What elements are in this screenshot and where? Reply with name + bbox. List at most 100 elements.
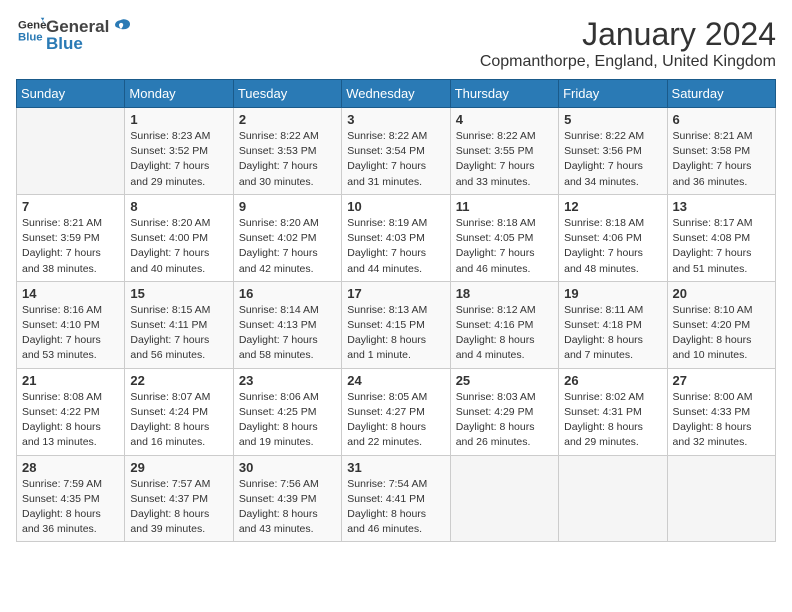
day-info: Sunrise: 8:05 AM Sunset: 4:27 PM Dayligh…	[347, 390, 444, 451]
calendar-cell	[559, 455, 667, 542]
day-number: 8	[130, 199, 227, 214]
calendar-cell: 10 Sunrise: 8:19 AM Sunset: 4:03 PM Dayli…	[342, 194, 450, 281]
calendar-cell	[17, 108, 125, 195]
day-info: Sunrise: 7:57 AM Sunset: 4:37 PM Dayligh…	[130, 477, 227, 538]
calendar-cell: 7 Sunrise: 8:21 AM Sunset: 3:59 PM Daylig…	[17, 194, 125, 281]
page-header: General Blue General Blue January 2024 C…	[16, 16, 776, 71]
day-info: Sunrise: 8:20 AM Sunset: 4:00 PM Dayligh…	[130, 216, 227, 277]
day-number: 20	[673, 286, 770, 301]
calendar-cell: 6Sunrise: 8:21 AM Sunset: 3:58 PM Daylig…	[667, 108, 775, 195]
day-number: 18	[456, 286, 553, 301]
day-number: 5	[564, 112, 661, 127]
svg-text:General: General	[18, 19, 46, 31]
day-number: 27	[673, 373, 770, 388]
weekday-header-sunday: Sunday	[17, 80, 125, 108]
calendar-cell: 15Sunrise: 8:15 AM Sunset: 4:11 PM Dayli…	[125, 281, 233, 368]
logo-bird-icon	[110, 16, 132, 38]
calendar-cell: 26 Sunrise: 8:02 AM Sunset: 4:31 PM Dayli…	[559, 368, 667, 455]
day-info: Sunrise: 8:23 AM Sunset: 3:52 PM Dayligh…	[130, 129, 227, 190]
calendar-header: SundayMondayTuesdayWednesdayThursdayFrid…	[17, 80, 776, 108]
calendar-cell: 5 Sunrise: 8:22 AM Sunset: 3:56 PM Daylig…	[559, 108, 667, 195]
day-number: 17	[347, 286, 444, 301]
calendar-cell: 13Sunrise: 8:17 AM Sunset: 4:08 PM Dayli…	[667, 194, 775, 281]
day-number: 19	[564, 286, 661, 301]
day-info: Sunrise: 8:22 AM Sunset: 3:55 PM Dayligh…	[456, 129, 553, 190]
day-number: 2	[239, 112, 336, 127]
day-info: Sunrise: 8:18 AM Sunset: 4:06 PM Dayligh…	[564, 216, 661, 277]
day-info: Sunrise: 8:21 AM Sunset: 3:59 PM Dayligh…	[22, 216, 119, 277]
day-number: 26	[564, 373, 661, 388]
calendar-cell: 28 Sunrise: 7:59 AM Sunset: 4:35 PM Dayli…	[17, 455, 125, 542]
month-title: January 2024	[480, 16, 776, 53]
day-info: Sunrise: 8:13 AM Sunset: 4:15 PM Dayligh…	[347, 303, 444, 364]
day-number: 6	[673, 112, 770, 127]
calendar-cell: 29Sunrise: 7:57 AM Sunset: 4:37 PM Dayli…	[125, 455, 233, 542]
day-info: Sunrise: 7:56 AM Sunset: 4:39 PM Dayligh…	[239, 477, 336, 538]
weekday-header-monday: Monday	[125, 80, 233, 108]
day-number: 1	[130, 112, 227, 127]
day-number: 21	[22, 373, 119, 388]
day-info: Sunrise: 8:19 AM Sunset: 4:03 PM Dayligh…	[347, 216, 444, 277]
day-number: 12	[564, 199, 661, 214]
logo-blue: Blue	[46, 34, 83, 54]
calendar-body: 1 Sunrise: 8:23 AM Sunset: 3:52 PM Daylig…	[17, 108, 776, 542]
day-info: Sunrise: 8:16 AM Sunset: 4:10 PM Dayligh…	[22, 303, 119, 364]
day-info: Sunrise: 8:22 AM Sunset: 3:56 PM Dayligh…	[564, 129, 661, 190]
day-info: Sunrise: 8:22 AM Sunset: 3:54 PM Dayligh…	[347, 129, 444, 190]
day-number: 10	[347, 199, 444, 214]
weekday-header-wednesday: Wednesday	[342, 80, 450, 108]
calendar-cell: 12 Sunrise: 8:18 AM Sunset: 4:06 PM Dayli…	[559, 194, 667, 281]
calendar-cell: 22Sunrise: 8:07 AM Sunset: 4:24 PM Dayli…	[125, 368, 233, 455]
day-info: Sunrise: 8:08 AM Sunset: 4:22 PM Dayligh…	[22, 390, 119, 451]
location-title: Copmanthorpe, England, United Kingdom	[480, 53, 776, 71]
day-number: 25	[456, 373, 553, 388]
calendar-cell: 27 Sunrise: 8:00 AM Sunset: 4:33 PM Dayli…	[667, 368, 775, 455]
day-number: 30	[239, 460, 336, 475]
logo-icon: General Blue	[18, 16, 46, 44]
calendar-cell: 19 Sunrise: 8:11 AM Sunset: 4:18 PM Dayli…	[559, 281, 667, 368]
calendar-cell: 25Sunrise: 8:03 AM Sunset: 4:29 PM Dayli…	[450, 368, 558, 455]
calendar-table: SundayMondayTuesdayWednesdayThursdayFrid…	[16, 79, 776, 542]
day-number: 11	[456, 199, 553, 214]
svg-text:Blue: Blue	[18, 32, 43, 44]
calendar-cell	[450, 455, 558, 542]
calendar-week-4: 21 Sunrise: 8:08 AM Sunset: 4:22 PM Dayli…	[17, 368, 776, 455]
day-info: Sunrise: 8:11 AM Sunset: 4:18 PM Dayligh…	[564, 303, 661, 364]
weekday-header-row: SundayMondayTuesdayWednesdayThursdayFrid…	[17, 80, 776, 108]
day-number: 9	[239, 199, 336, 214]
day-number: 16	[239, 286, 336, 301]
calendar-cell: 14 Sunrise: 8:16 AM Sunset: 4:10 PM Dayli…	[17, 281, 125, 368]
calendar-cell: 30 Sunrise: 7:56 AM Sunset: 4:39 PM Dayli…	[233, 455, 341, 542]
title-area: January 2024 Copmanthorpe, England, Unit…	[480, 16, 776, 71]
calendar-cell: 18Sunrise: 8:12 AM Sunset: 4:16 PM Dayli…	[450, 281, 558, 368]
logo-text-block: General Blue	[46, 16, 132, 54]
calendar-week-3: 14 Sunrise: 8:16 AM Sunset: 4:10 PM Dayli…	[17, 281, 776, 368]
day-number: 7	[22, 199, 119, 214]
day-number: 24	[347, 373, 444, 388]
weekday-header-friday: Friday	[559, 80, 667, 108]
day-info: Sunrise: 8:02 AM Sunset: 4:31 PM Dayligh…	[564, 390, 661, 451]
weekday-header-tuesday: Tuesday	[233, 80, 341, 108]
day-info: Sunrise: 8:14 AM Sunset: 4:13 PM Dayligh…	[239, 303, 336, 364]
calendar-cell: 17 Sunrise: 8:13 AM Sunset: 4:15 PM Dayli…	[342, 281, 450, 368]
calendar-cell: 1 Sunrise: 8:23 AM Sunset: 3:52 PM Daylig…	[125, 108, 233, 195]
day-info: Sunrise: 8:22 AM Sunset: 3:53 PM Dayligh…	[239, 129, 336, 190]
day-number: 28	[22, 460, 119, 475]
weekday-header-saturday: Saturday	[667, 80, 775, 108]
calendar-cell: 31Sunrise: 7:54 AM Sunset: 4:41 PM Dayli…	[342, 455, 450, 542]
calendar-cell	[667, 455, 775, 542]
day-info: Sunrise: 8:18 AM Sunset: 4:05 PM Dayligh…	[456, 216, 553, 277]
logo: General Blue	[16, 16, 46, 49]
calendar-cell: 23Sunrise: 8:06 AM Sunset: 4:25 PM Dayli…	[233, 368, 341, 455]
day-info: Sunrise: 7:59 AM Sunset: 4:35 PM Dayligh…	[22, 477, 119, 538]
day-info: Sunrise: 8:20 AM Sunset: 4:02 PM Dayligh…	[239, 216, 336, 277]
day-number: 31	[347, 460, 444, 475]
calendar-cell: 2 Sunrise: 8:22 AM Sunset: 3:53 PM Daylig…	[233, 108, 341, 195]
day-info: Sunrise: 8:15 AM Sunset: 4:11 PM Dayligh…	[130, 303, 227, 364]
day-info: Sunrise: 8:00 AM Sunset: 4:33 PM Dayligh…	[673, 390, 770, 451]
day-info: Sunrise: 8:06 AM Sunset: 4:25 PM Dayligh…	[239, 390, 336, 451]
calendar-cell: 21 Sunrise: 8:08 AM Sunset: 4:22 PM Dayli…	[17, 368, 125, 455]
calendar-week-5: 28 Sunrise: 7:59 AM Sunset: 4:35 PM Dayli…	[17, 455, 776, 542]
day-number: 4	[456, 112, 553, 127]
day-number: 14	[22, 286, 119, 301]
